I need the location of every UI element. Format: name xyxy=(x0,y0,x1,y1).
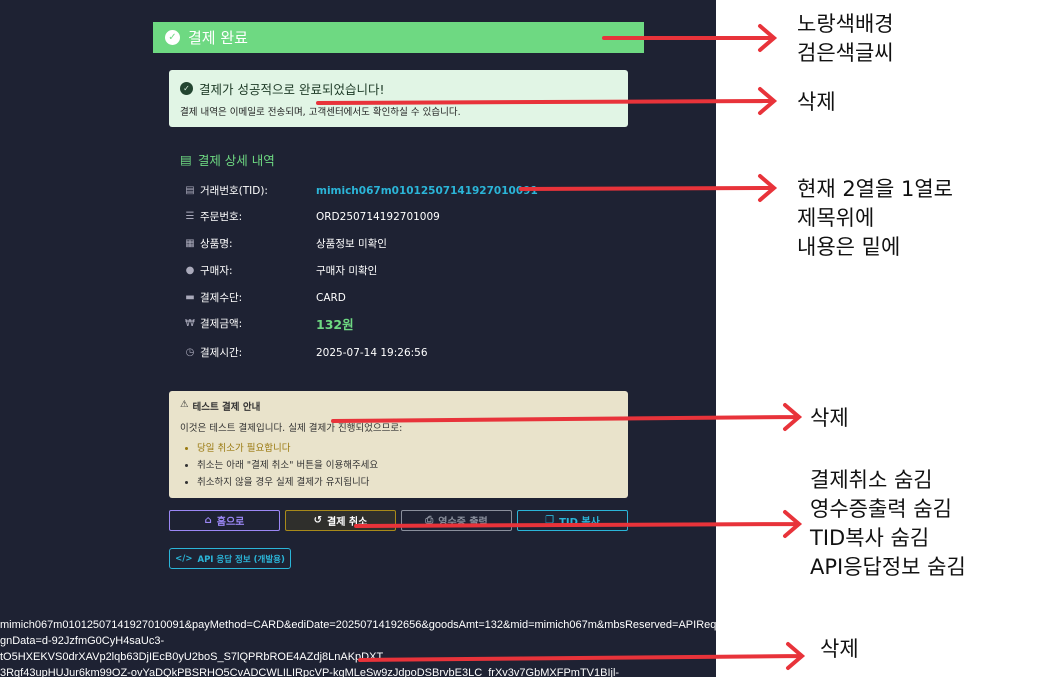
arrow xyxy=(354,510,803,538)
arrow xyxy=(519,174,778,202)
arrow xyxy=(316,87,778,115)
arrow xyxy=(331,403,803,431)
arrow xyxy=(602,24,778,52)
annotation-note: 삭제 xyxy=(797,90,836,114)
annotation-note: 삭제 xyxy=(820,637,859,661)
annotation-note: 결제취소 숨김 영수증출력 숨김 TID복사 숨김 API응답정보 숨김 xyxy=(810,468,966,579)
annotation-note: 노랑색배경 검은색글씨 xyxy=(797,12,894,65)
arrow xyxy=(358,642,806,670)
annotation-note: 현재 2열을 1열로 제목위에 내용은 밑에 xyxy=(797,177,953,259)
annotation-note: 삭제 xyxy=(810,406,849,430)
